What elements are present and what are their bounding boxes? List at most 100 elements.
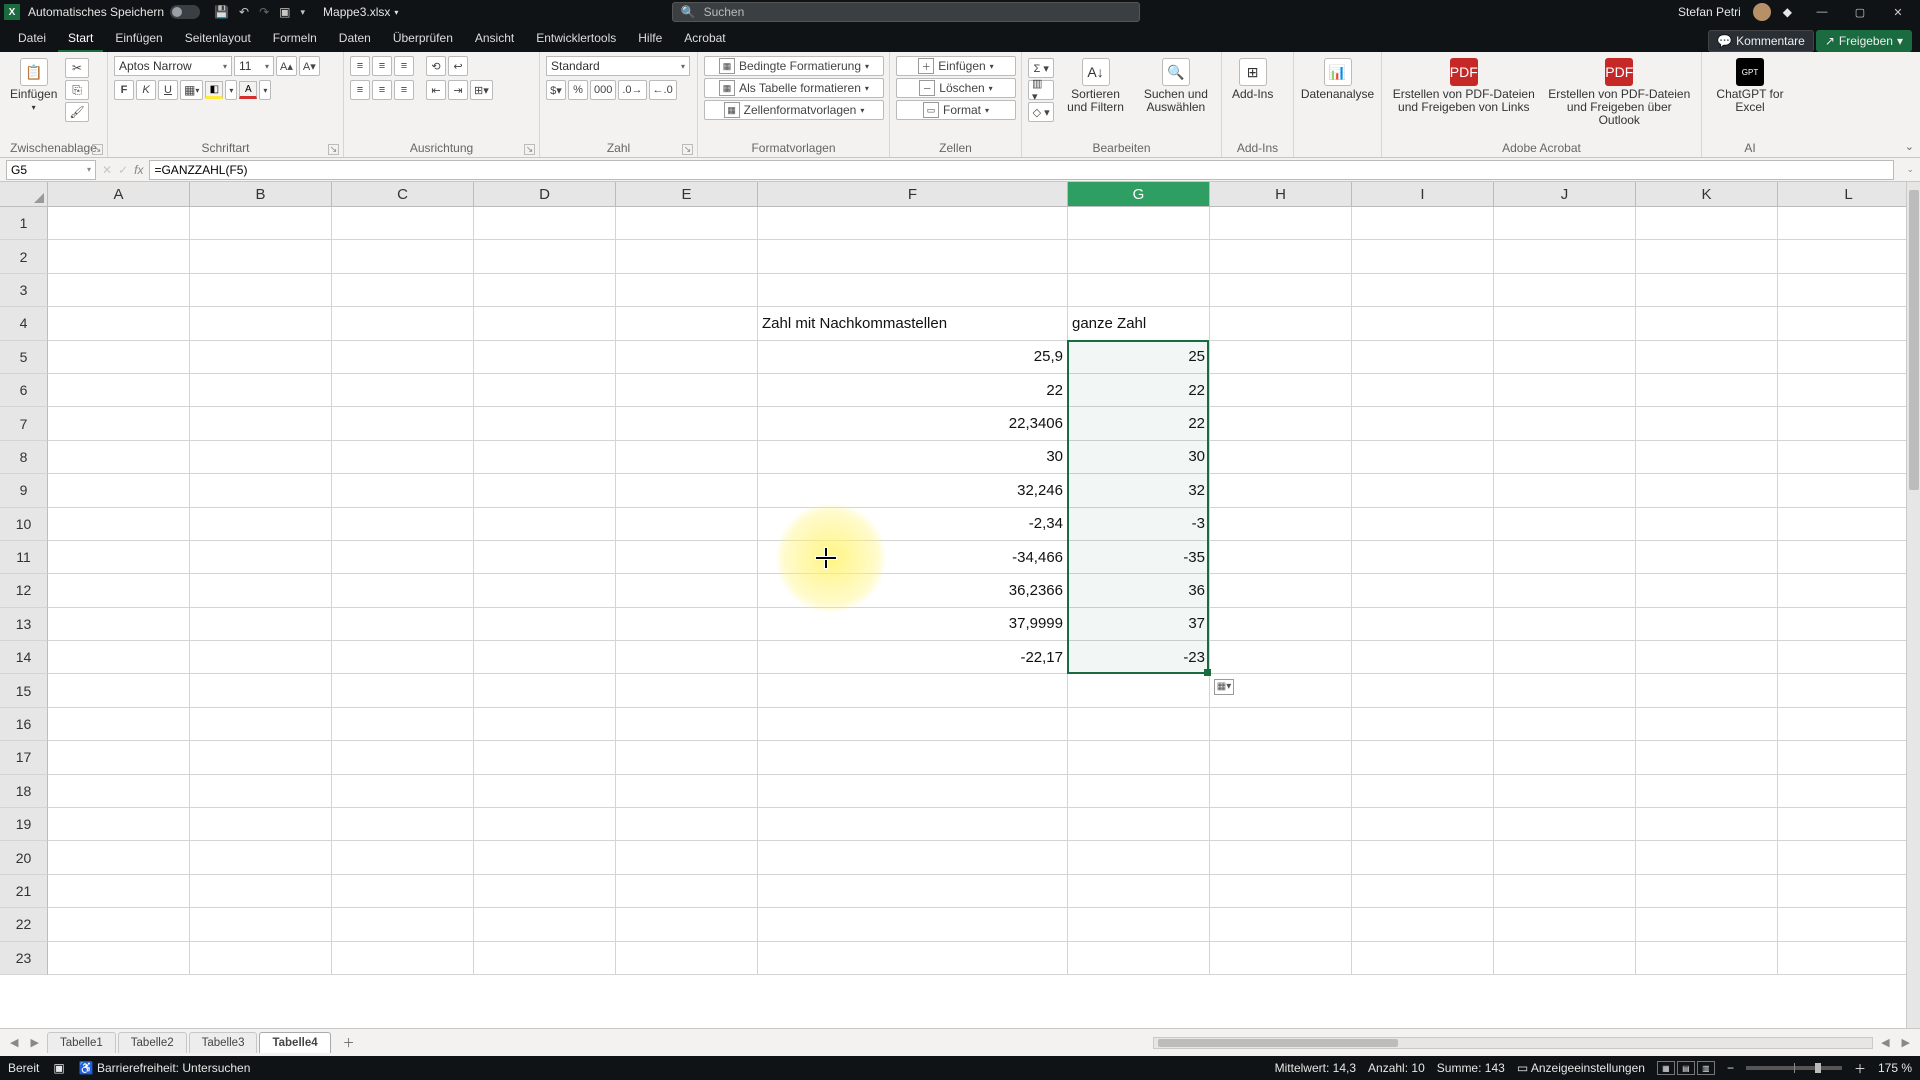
cell-D17[interactable]	[474, 741, 616, 774]
cell-A8[interactable]	[48, 441, 190, 474]
cell-H14[interactable]	[1210, 641, 1352, 674]
create-pdf-outlook-button[interactable]: PDFErstellen von PDF-Dateien und Freigeb…	[1544, 56, 1696, 130]
cell-G17[interactable]	[1068, 741, 1210, 774]
comma-button[interactable]: 000	[590, 80, 616, 100]
cell-F14[interactable]: -22,17	[758, 641, 1068, 674]
cell-J3[interactable]	[1494, 274, 1636, 307]
cell-I9[interactable]	[1352, 474, 1494, 507]
cell-D6[interactable]	[474, 374, 616, 407]
dialog-launcher-icon[interactable]: ↘	[682, 144, 693, 155]
qat-customize-icon[interactable]: ▾	[301, 7, 306, 18]
select-all-corner[interactable]	[0, 182, 48, 207]
search-box[interactable]: 🔍 Suchen	[672, 2, 1140, 22]
cell-F2[interactable]	[758, 240, 1068, 273]
page-break-view-button[interactable]: ▥	[1697, 1061, 1715, 1075]
row-header-14[interactable]: 14	[0, 641, 48, 674]
currency-button[interactable]: $▾	[546, 80, 566, 100]
cell-B12[interactable]	[190, 574, 332, 607]
cell-D11[interactable]	[474, 541, 616, 574]
cell-K20[interactable]	[1636, 841, 1778, 874]
row-header-11[interactable]: 11	[0, 541, 48, 574]
filename-area[interactable]: Mappe3.xlsx ▾	[323, 5, 398, 19]
cell-L17[interactable]	[1778, 741, 1920, 774]
cell-E10[interactable]	[616, 508, 758, 541]
chatgpt-button[interactable]: GPTChatGPT for Excel	[1708, 56, 1792, 116]
row-header-3[interactable]: 3	[0, 274, 48, 307]
cell-I8[interactable]	[1352, 441, 1494, 474]
tab-daten[interactable]: Daten	[329, 25, 381, 52]
align-bottom-button[interactable]: ≡	[394, 56, 414, 76]
percent-button[interactable]: %	[568, 80, 588, 100]
cell-G15[interactable]	[1068, 674, 1210, 707]
data-analysis-button[interactable]: 📊Datenanalyse	[1300, 56, 1375, 103]
cell-F20[interactable]	[758, 841, 1068, 874]
cell-E13[interactable]	[616, 608, 758, 641]
cell-C1[interactable]	[332, 207, 474, 240]
cell-G5[interactable]: 25	[1068, 341, 1210, 374]
cell-C13[interactable]	[332, 608, 474, 641]
column-header-C[interactable]: C	[332, 182, 474, 207]
collapse-ribbon-icon[interactable]: ⌄	[1905, 140, 1914, 153]
fx-icon[interactable]: fx	[134, 163, 143, 177]
cell-G7[interactable]: 22	[1068, 407, 1210, 440]
autosum-button[interactable]: Σ ▾	[1028, 58, 1054, 78]
cell-G9[interactable]: 32	[1068, 474, 1210, 507]
cell-H16[interactable]	[1210, 708, 1352, 741]
cell-C15[interactable]	[332, 674, 474, 707]
maximize-button[interactable]: ▢	[1842, 2, 1878, 22]
diamond-icon[interactable]: ◆	[1783, 5, 1792, 19]
underline-button[interactable]: U	[158, 80, 178, 100]
tab-formeln[interactable]: Formeln	[263, 25, 327, 52]
cell-C18[interactable]	[332, 775, 474, 808]
minimize-button[interactable]: —	[1804, 2, 1840, 22]
cell-G11[interactable]: -35	[1068, 541, 1210, 574]
page-layout-view-button[interactable]: ▤	[1677, 1061, 1695, 1075]
cell-L20[interactable]	[1778, 841, 1920, 874]
cell-J13[interactable]	[1494, 608, 1636, 641]
cell-K3[interactable]	[1636, 274, 1778, 307]
zoom-slider[interactable]	[1746, 1066, 1842, 1070]
cell-C12[interactable]	[332, 574, 474, 607]
cell-A23[interactable]	[48, 942, 190, 975]
cell-D19[interactable]	[474, 808, 616, 841]
cell-L5[interactable]	[1778, 341, 1920, 374]
increase-font-button[interactable]: A▴	[276, 56, 297, 76]
cell-E19[interactable]	[616, 808, 758, 841]
cell-H12[interactable]	[1210, 574, 1352, 607]
cell-C19[interactable]	[332, 808, 474, 841]
cell-L12[interactable]	[1778, 574, 1920, 607]
cell-F13[interactable]: 37,9999	[758, 608, 1068, 641]
enter-formula-icon[interactable]: ✓	[118, 163, 128, 177]
cell-L3[interactable]	[1778, 274, 1920, 307]
row-header-22[interactable]: 22	[0, 908, 48, 941]
cell-E2[interactable]	[616, 240, 758, 273]
cell-B1[interactable]	[190, 207, 332, 240]
cell-D22[interactable]	[474, 908, 616, 941]
row-header-2[interactable]: 2	[0, 240, 48, 273]
cell-D15[interactable]	[474, 674, 616, 707]
column-header-J[interactable]: J	[1494, 182, 1636, 207]
cell-F21[interactable]	[758, 875, 1068, 908]
cell-D5[interactable]	[474, 341, 616, 374]
cell-E23[interactable]	[616, 942, 758, 975]
close-button[interactable]: ✕	[1880, 2, 1916, 22]
cell-B7[interactable]	[190, 407, 332, 440]
cell-L23[interactable]	[1778, 942, 1920, 975]
macro-record-icon[interactable]: ▣	[53, 1061, 64, 1075]
cell-C14[interactable]	[332, 641, 474, 674]
cell-A22[interactable]	[48, 908, 190, 941]
number-format-combo[interactable]: Standard▾	[546, 56, 690, 76]
cell-L15[interactable]	[1778, 674, 1920, 707]
autofill-options-button[interactable]: ▦▾	[1214, 679, 1234, 695]
align-center-button[interactable]: ≡	[372, 80, 392, 100]
clear-button[interactable]: ◇ ▾	[1028, 102, 1054, 122]
cell-H20[interactable]	[1210, 841, 1352, 874]
cell-A12[interactable]	[48, 574, 190, 607]
cell-K8[interactable]	[1636, 441, 1778, 474]
cell-styles-button[interactable]: ▦Zellenformatvorlagen▾	[704, 100, 884, 120]
cell-K14[interactable]	[1636, 641, 1778, 674]
cell-D14[interactable]	[474, 641, 616, 674]
cell-J18[interactable]	[1494, 775, 1636, 808]
cell-D18[interactable]	[474, 775, 616, 808]
fill-button[interactable]: ▥ ▾	[1028, 80, 1054, 100]
